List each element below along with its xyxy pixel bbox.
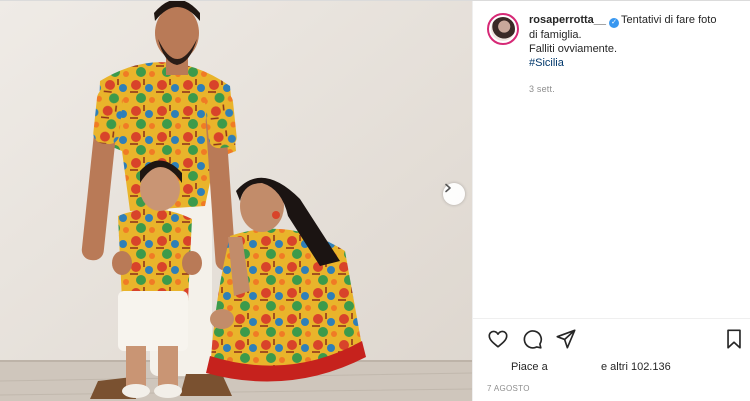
comment-icon[interactable] — [521, 328, 543, 350]
caption-line-1: Tentativi di fare foto — [621, 14, 717, 26]
likes-prefix: Piace a — [511, 361, 548, 373]
post-photo[interactable] — [0, 1, 472, 401]
action-bar — [487, 328, 749, 350]
next-photo-button[interactable] — [443, 183, 465, 205]
avatar[interactable] — [487, 13, 519, 45]
post-time-ago[interactable]: 3 sett. — [529, 82, 734, 96]
paper-plane-icon[interactable] — [555, 328, 577, 350]
family-photo-illustration — [0, 1, 472, 401]
caption-line-2: di famiglia. — [529, 29, 582, 41]
post-date[interactable]: 7 AGOSTO — [487, 384, 530, 393]
username-link[interactable]: rosaperrotta__ — [529, 14, 606, 26]
chevron-right-icon — [445, 183, 451, 193]
likes-count[interactable]: e altri 102.136 — [601, 361, 671, 373]
avatar-image — [491, 17, 515, 41]
post-sidebar: rosaperrotta__ ✓ Tentativi di fare foto di… — [472, 1, 750, 401]
hashtag-link[interactable]: #Sicilia — [529, 56, 734, 70]
instagram-post: rosaperrotta__ ✓ Tentativi di fare foto di… — [0, 0, 750, 401]
caption-line-3: Falliti ovviamente. — [529, 43, 618, 55]
caption-body: rosaperrotta__ ✓ Tentativi di fare foto di… — [529, 13, 734, 96]
actions-divider — [473, 318, 750, 319]
heart-icon[interactable] — [487, 328, 509, 350]
verified-badge-icon: ✓ — [609, 18, 620, 28]
post-caption: rosaperrotta__ ✓ Tentativi di fare foto di… — [487, 13, 737, 96]
likes-summary[interactable]: Piace a e altri 102.136 — [511, 361, 750, 373]
bookmark-icon[interactable] — [723, 328, 745, 350]
